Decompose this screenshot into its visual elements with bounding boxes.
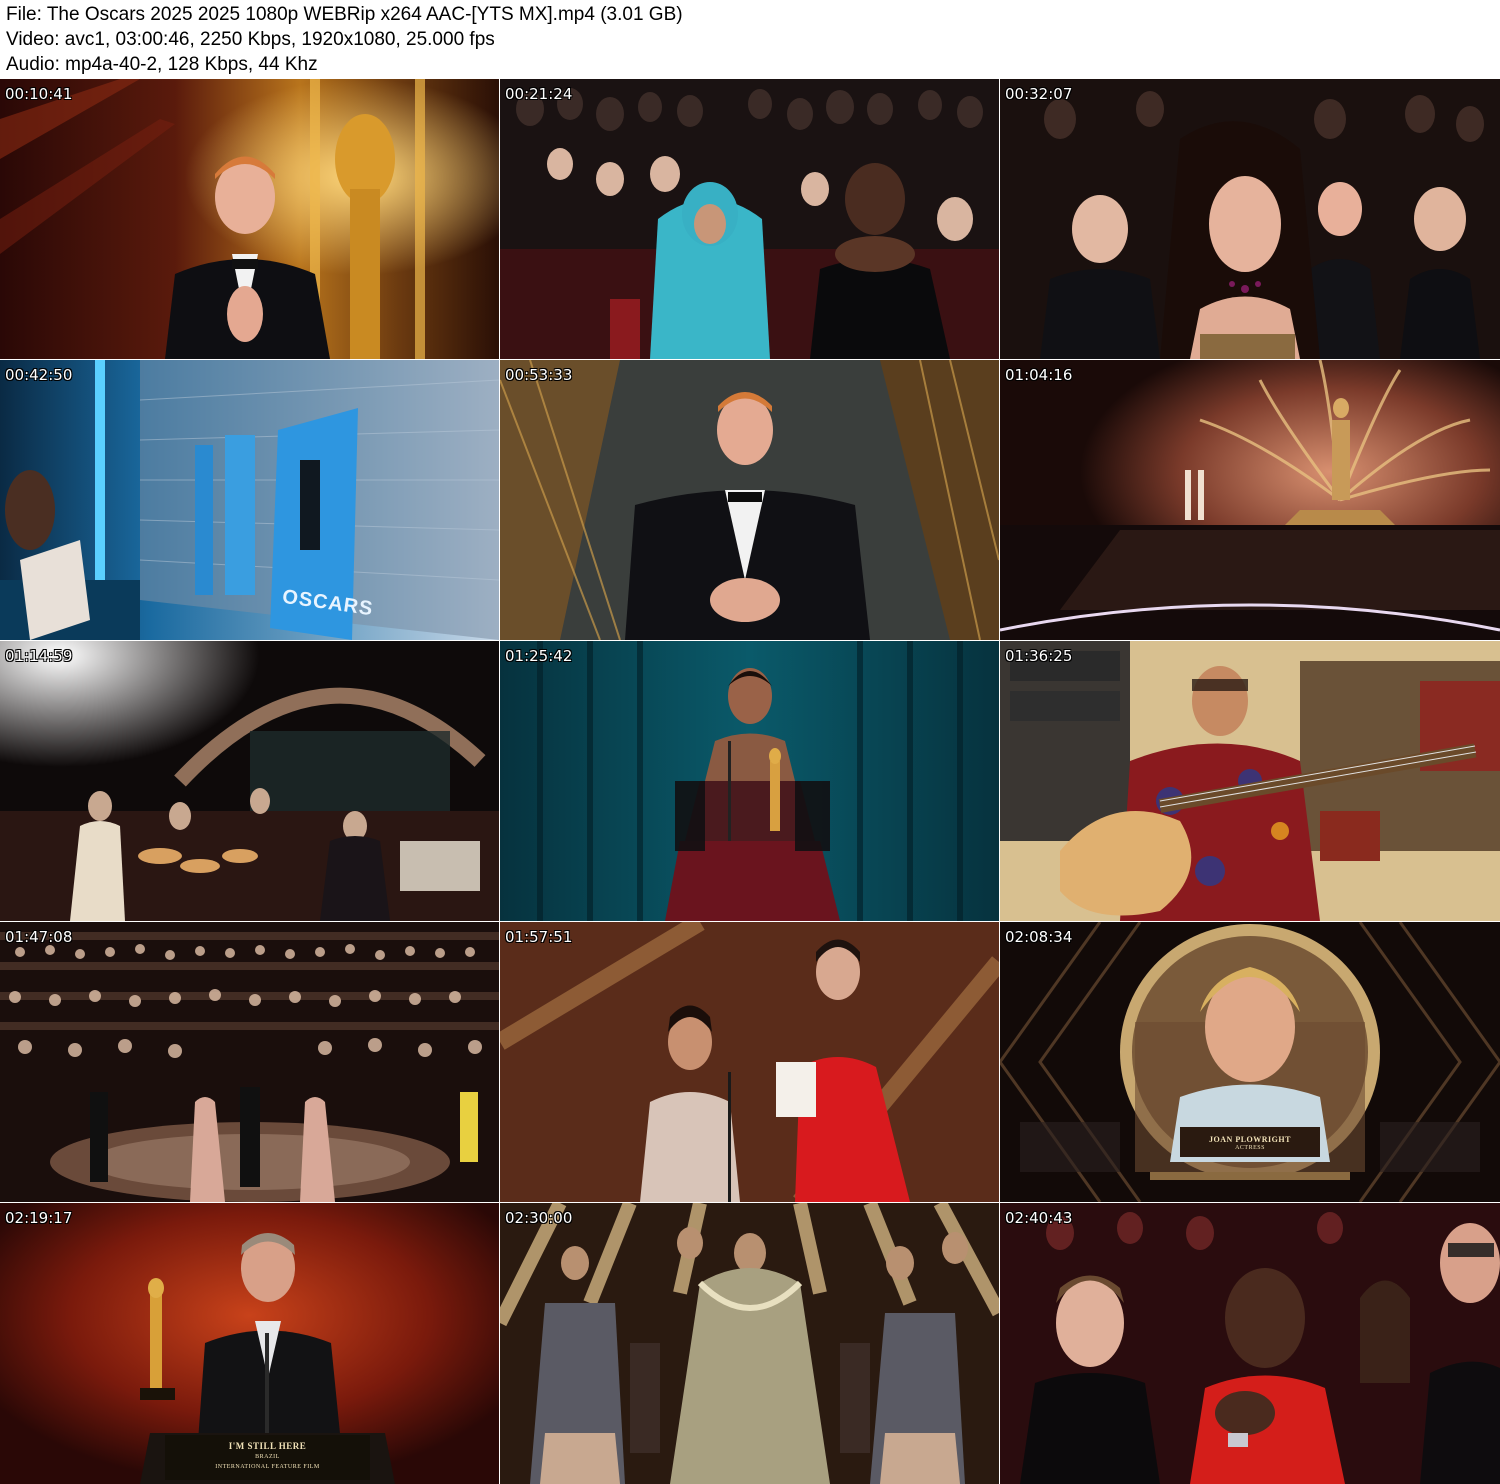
thumbnail-6: 01:04:16 — [1000, 360, 1500, 640]
thumbnail-13: I'M STILL HERE I'M STILL HERE BRAZIL INT… — [0, 1203, 499, 1484]
frame-host-monologue — [0, 79, 499, 359]
frame-winner-teal — [500, 641, 999, 921]
timestamp: 00:32:07 — [1005, 85, 1073, 103]
frame-two-presenters — [500, 922, 999, 1202]
timestamp: 01:57:51 — [505, 928, 573, 946]
thumbnail-10: 01:47:08 — [0, 922, 499, 1202]
thumbnail-3: 00:32:07 — [1000, 79, 1500, 359]
audio-info-line: Audio: mp4a-40-2, 128 Kbps, 44 Khz — [6, 54, 318, 75]
thumbnail-11: 01:57:51 — [500, 922, 999, 1202]
thumbnail-9: 01:36:25 — [1000, 641, 1500, 921]
lower-third-title: I'M STILL HERE — [228, 1441, 307, 1451]
frame-host-center — [500, 360, 999, 640]
file-name-line: File: The Oscars 2025 2025 1080p WEBRip … — [6, 4, 683, 25]
lower-third-category: INTERNATIONAL FEATURE FILM — [215, 1464, 320, 1470]
frame-standing-ovation — [0, 922, 499, 1202]
timestamp: 01:04:16 — [1005, 366, 1073, 384]
timestamp: 01:14:59 — [5, 647, 73, 665]
file-info-header: File: The Oscars 2025 2025 1080p WEBRip … — [0, 0, 1500, 78]
timestamp: 01:25:42 — [505, 647, 573, 665]
thumbnail-7: 01:14:59 — [0, 641, 499, 921]
frame-orchestra — [0, 641, 499, 921]
timestamp: 00:42:50 — [5, 366, 73, 384]
timestamp: 01:36:25 — [1005, 647, 1073, 665]
thumbnail-5: 00:53:33 — [500, 360, 999, 640]
lower-third-name: JOAN PLOWRIGHT — [1209, 1135, 1291, 1144]
thumbnail-4: OSCARS 00:42:50 OSCARS — [0, 360, 499, 640]
thumbnail-12: JOAN PLOWRIGHT ACTRESS 02:08:34 — [1000, 922, 1500, 1202]
frame-guitarist — [1000, 641, 1500, 921]
timestamp: 02:30:00 — [505, 1209, 573, 1227]
thumbnail-15: 02:40:43 — [1000, 1203, 1500, 1484]
thumbnail-8: 01:25:42 — [500, 641, 999, 921]
thumbnail-1: 00:10:41 — [0, 79, 499, 359]
frame-audience-hoodie — [500, 79, 999, 359]
lower-third-role: ACTRESS — [1235, 1145, 1265, 1151]
timestamp: 02:19:17 — [5, 1209, 73, 1227]
timestamp: 00:10:41 — [5, 85, 73, 103]
frame-performance — [500, 1203, 999, 1484]
frame-audience-red-jacket — [1000, 1203, 1500, 1484]
timestamp: 01:47:08 — [5, 928, 73, 946]
thumbnail-grid: 00:10:41 00:21:24 00:32:07 00:42:50 OSCA… — [0, 79, 1500, 1484]
timestamp: 02:08:34 — [1005, 928, 1073, 946]
timestamp: 00:53:33 — [505, 366, 573, 384]
thumbnail-14: 02:30:00 — [500, 1203, 999, 1484]
frame-stage-wide — [1000, 360, 1500, 640]
frame-in-memoriam — [1000, 922, 1500, 1202]
frame-backstage-corridor — [0, 360, 499, 640]
frame-audience-smile — [1000, 79, 1500, 359]
lower-third-country: BRAZIL — [255, 1454, 280, 1460]
thumbnail-2: 00:21:24 — [500, 79, 999, 359]
timestamp: 00:21:24 — [505, 85, 573, 103]
timestamp: 02:40:43 — [1005, 1209, 1073, 1227]
video-info-line: Video: avc1, 03:00:46, 2250 Kbps, 1920x1… — [6, 29, 495, 50]
